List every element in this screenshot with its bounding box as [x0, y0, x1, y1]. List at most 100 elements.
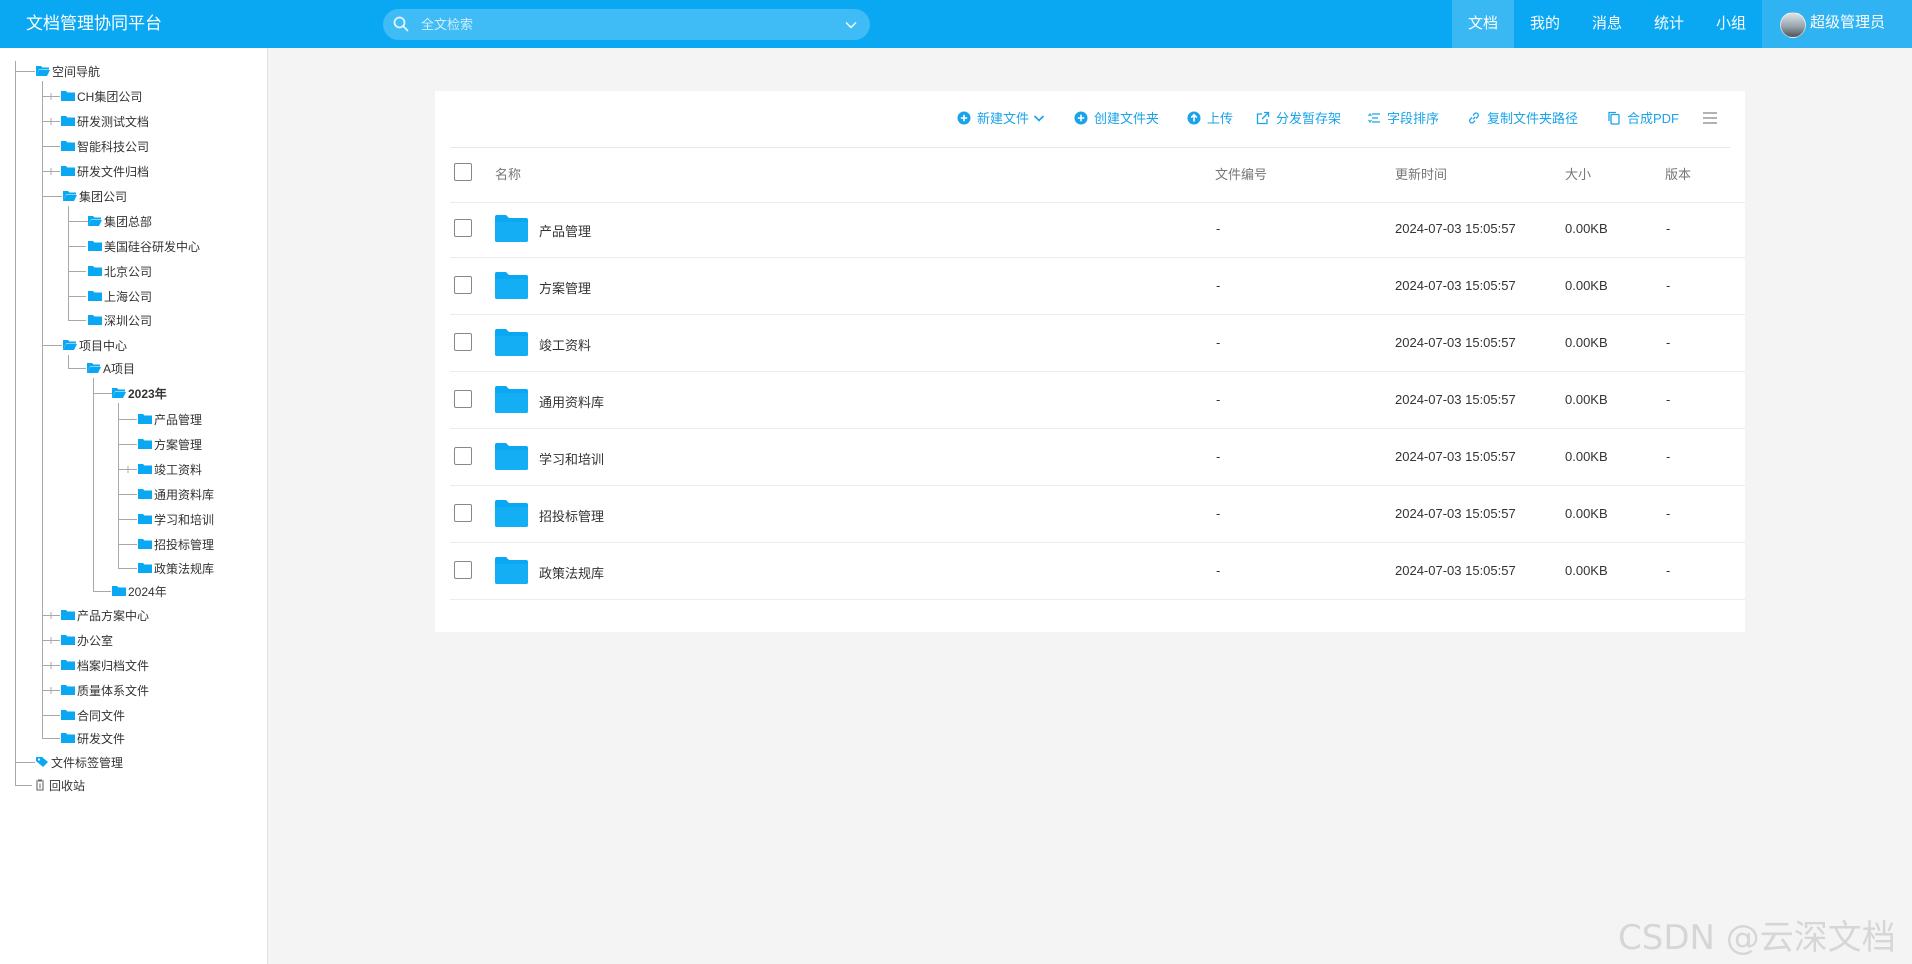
updated-time: 2024-07-03 15:05:57: [1395, 449, 1516, 464]
column-header-size[interactable]: 大小: [1565, 164, 1591, 183]
copy-path-button[interactable]: 复制文件夹路径: [1467, 109, 1578, 129]
tree-node-rd-test[interactable]: 研发测试文档: [61, 113, 149, 131]
tree-label: 美国硅谷研发中心: [104, 240, 201, 254]
row-checkbox[interactable]: [454, 504, 472, 522]
tree-label: 深圳公司: [104, 314, 153, 328]
user-name[interactable]: 超级管理员: [1810, 0, 1885, 46]
tree-node-office[interactable]: 办公室: [61, 632, 113, 650]
nav-statistics[interactable]: 统计: [1638, 0, 1700, 48]
tree-node-group-company[interactable]: 集团公司: [63, 188, 127, 206]
tree-node-completion[interactable]: 竣工资料: [138, 461, 202, 479]
upload-button[interactable]: 上传: [1187, 109, 1233, 129]
tree-label: 学习和培训: [154, 513, 215, 527]
tree-label: 政策法规库: [154, 562, 215, 576]
column-header-updated[interactable]: 更新时间: [1395, 164, 1447, 183]
sidebar-tree: 空间导航 CH集团公司 研发测试文档 智能科技公司 研发文件归档 集团公司 集团…: [0, 48, 268, 964]
tree-node-plan-mgmt[interactable]: 方案管理: [138, 436, 202, 454]
file-name[interactable]: 学习和培训: [539, 449, 604, 468]
nav-groups[interactable]: 小组: [1700, 0, 1762, 48]
tree-label: 办公室: [77, 634, 114, 648]
tree-node-us-silicon[interactable]: 美国硅谷研发中心: [88, 238, 200, 256]
file-name[interactable]: 政策法规库: [539, 563, 604, 582]
folder-icon: [138, 489, 152, 499]
tree-node-training[interactable]: 学习和培训: [138, 511, 214, 529]
tree-node-bidding[interactable]: 招投标管理: [138, 536, 214, 554]
file-no: -: [1216, 506, 1221, 521]
nav-documents[interactable]: 文档: [1452, 0, 1514, 48]
select-all-checkbox[interactable]: [454, 163, 472, 181]
sort-icon: [1368, 113, 1380, 123]
row-divider: [450, 257, 1745, 258]
file-name[interactable]: 竣工资料: [539, 335, 591, 354]
tree-label: 集团总部: [104, 215, 153, 229]
tree-node-smart-tech[interactable]: 智能科技公司: [61, 138, 149, 156]
tree-node-policy[interactable]: 政策法规库: [138, 560, 214, 578]
header-divider: [450, 202, 1745, 203]
tree-label: 研发文件归档: [77, 165, 150, 179]
version: -: [1666, 449, 1671, 464]
row-checkbox[interactable]: [454, 333, 472, 351]
updated-time: 2024-07-03 15:05:57: [1395, 563, 1516, 578]
row-checkbox[interactable]: [454, 276, 472, 294]
tree-node-rd-files[interactable]: 研发文件: [61, 730, 125, 748]
tag-icon: [36, 757, 48, 767]
menu-icon[interactable]: [1702, 111, 1718, 125]
search-input[interactable]: [421, 9, 821, 40]
upload-icon: [1187, 111, 1201, 125]
tree-node-group-hq[interactable]: 集团总部: [88, 213, 152, 231]
nav-mine[interactable]: 我的: [1514, 0, 1576, 48]
distribute-button[interactable]: 分发暂存架: [1256, 109, 1341, 129]
tree-node-rd-archive[interactable]: 研发文件归档: [61, 163, 149, 181]
external-link-icon: [1256, 111, 1270, 125]
tree-node-shanghai[interactable]: 上海公司: [88, 288, 152, 306]
tree-node-ch-group[interactable]: CH集团公司: [61, 88, 142, 106]
folder-open-icon: [63, 340, 77, 350]
column-header-version[interactable]: 版本: [1665, 164, 1691, 183]
row-checkbox[interactable]: [454, 561, 472, 579]
field-sort-button[interactable]: 字段排序: [1367, 109, 1439, 129]
tree-label: 产品管理: [154, 413, 203, 427]
tree-node-shenzhen[interactable]: 深圳公司: [88, 312, 152, 330]
tree-node-general-lib[interactable]: 通用资料库: [138, 486, 214, 504]
tree-node-root[interactable]: 空间导航: [36, 63, 100, 81]
row-divider: [450, 314, 1745, 315]
row-checkbox[interactable]: [454, 390, 472, 408]
file-no: -: [1216, 449, 1221, 464]
tree-node-product-solution[interactable]: 产品方案中心: [61, 607, 149, 625]
updated-time: 2024-07-03 15:05:57: [1395, 221, 1516, 236]
search-box[interactable]: [383, 9, 870, 40]
tree-node-recycle[interactable]: 回收站: [33, 777, 85, 795]
tree-label: 2023年: [128, 387, 167, 401]
tree-node-archive-files[interactable]: 档案归档文件: [61, 657, 149, 675]
link-icon: [1469, 112, 1479, 124]
file-name[interactable]: 通用资料库: [539, 392, 604, 411]
folder-icon: [61, 610, 75, 620]
tree-node-contracts[interactable]: 合同文件: [61, 707, 125, 725]
chevron-down-icon[interactable]: [844, 18, 858, 32]
tree-node-2023[interactable]: 2023年: [112, 385, 167, 403]
avatar[interactable]: [1780, 12, 1806, 38]
tree-node-project-center[interactable]: 项目中心: [63, 337, 127, 355]
tree-node-2024[interactable]: 2024年: [112, 583, 167, 601]
column-header-file-no[interactable]: 文件编号: [1215, 164, 1267, 183]
folder-icon: [88, 315, 102, 325]
tree-node-quality[interactable]: 质量体系文件: [61, 682, 149, 700]
merge-pdf-button[interactable]: 合成PDF: [1607, 109, 1679, 129]
row-checkbox[interactable]: [454, 219, 472, 237]
tree-node-project-a[interactable]: A项目: [87, 360, 135, 378]
nav-messages[interactable]: 消息: [1576, 0, 1638, 48]
tree-node-product-mgmt[interactable]: 产品管理: [138, 411, 202, 429]
file-name[interactable]: 方案管理: [539, 278, 591, 297]
tree-label: 合同文件: [77, 709, 126, 723]
column-header-name[interactable]: 名称: [495, 164, 521, 183]
row-checkbox[interactable]: [454, 447, 472, 465]
file-name[interactable]: 产品管理: [539, 221, 591, 240]
user-menu[interactable]: 超级管理员: [1762, 0, 1912, 48]
new-file-button[interactable]: 新建文件: [957, 109, 1045, 129]
create-folder-button[interactable]: 创建文件夹: [1074, 109, 1159, 129]
file-name[interactable]: 招投标管理: [539, 506, 604, 525]
folder-icon: [61, 635, 75, 645]
tree-node-tag-mgmt[interactable]: 文件标签管理: [35, 754, 123, 772]
tree-node-beijing[interactable]: 北京公司: [88, 263, 152, 281]
watermark: CSDN @云深文档: [1618, 918, 1896, 958]
